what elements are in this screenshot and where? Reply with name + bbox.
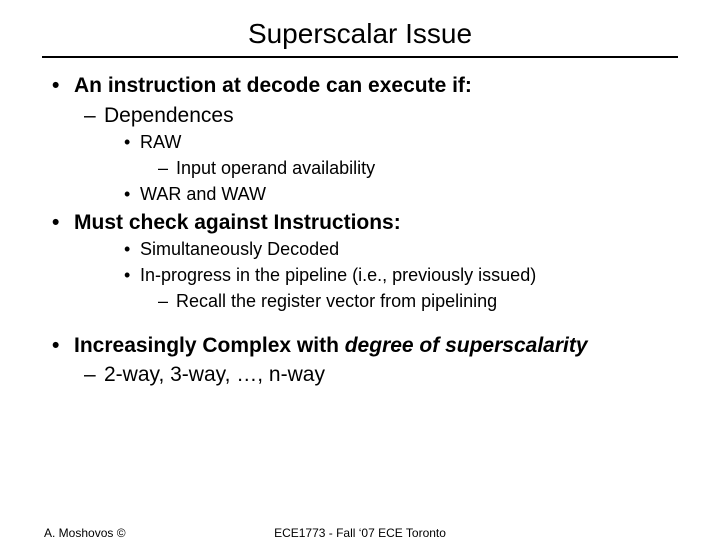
bullet-level3: RAW [44, 131, 676, 155]
bullet-level3: In-progress in the pipeline (i.e., previ… [44, 264, 676, 288]
bullet-level4: Recall the register vector from pipelini… [44, 290, 676, 314]
slide-title: Superscalar Issue [0, 0, 720, 56]
bullet-level1: Increasingly Complex with degree of supe… [44, 332, 676, 360]
bullet-level2: Dependences [44, 102, 676, 130]
footer-course: ECE1773 - Fall ‘07 ECE Toronto [0, 526, 720, 540]
bullet-level1: Must check against Instructions: [44, 209, 676, 237]
slide: Superscalar Issue An instruction at deco… [0, 0, 720, 540]
bullet-level3: Simultaneously Decoded [44, 238, 676, 262]
bullet-level4: Input operand availability [44, 157, 676, 181]
bullet-text: Increasingly Complex with [74, 334, 345, 357]
title-rule [42, 56, 678, 58]
slide-body: An instruction at decode can execute if:… [0, 72, 720, 389]
bullet-text-italic: degree of superscalarity [345, 334, 588, 357]
bullet-level1: An instruction at decode can execute if: [44, 72, 676, 100]
bullet-level2: 2-way, 3-way, …, n-way [44, 361, 676, 389]
bullet-level3: WAR and WAW [44, 183, 676, 207]
